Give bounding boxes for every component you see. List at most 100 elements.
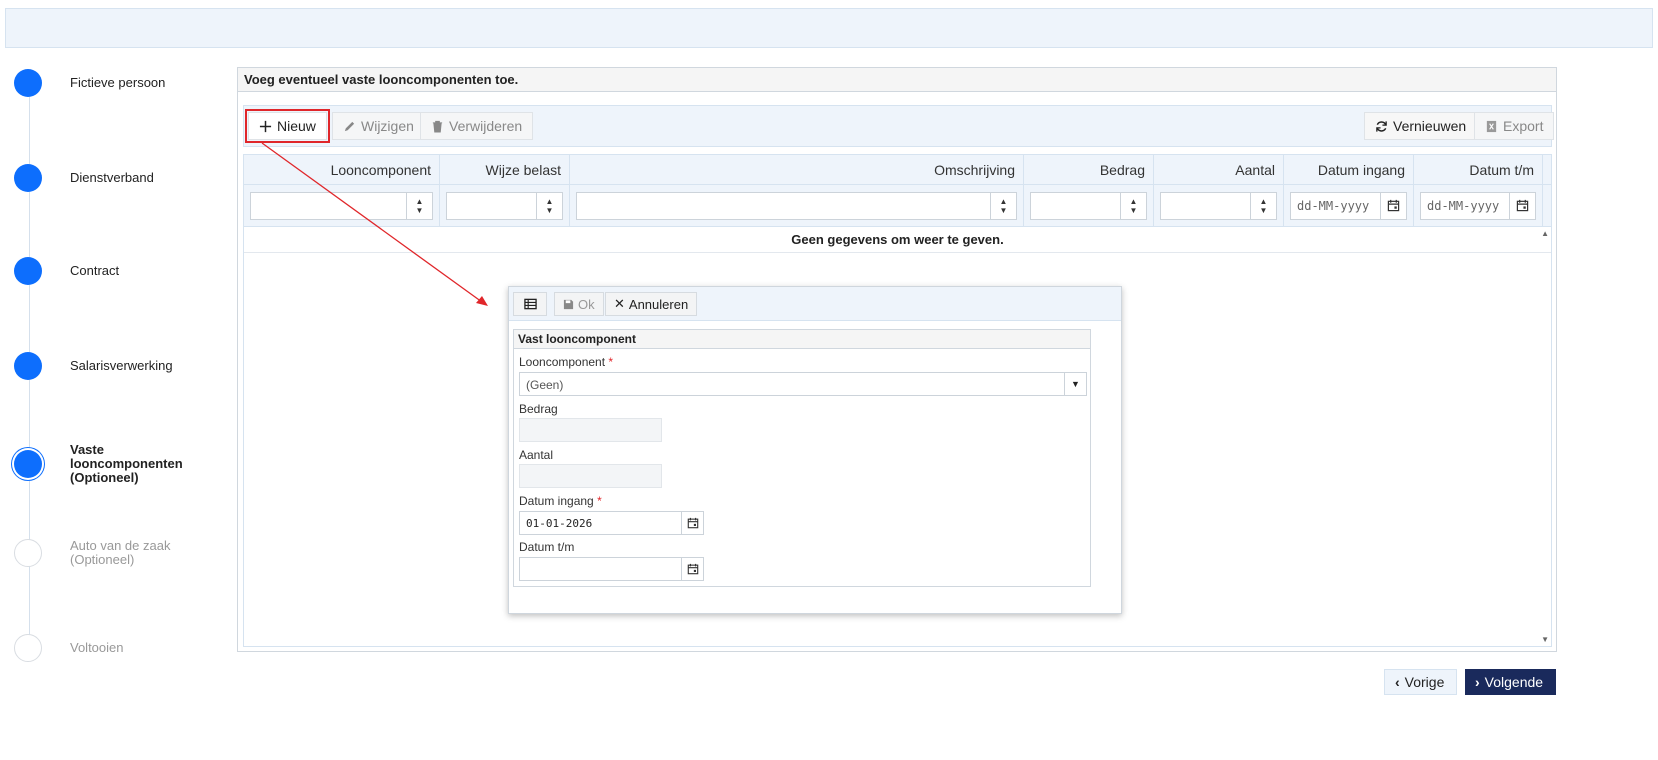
calendar-icon[interactable]: [681, 512, 703, 534]
date-placeholder: dd-MM-yyyy: [1427, 198, 1500, 213]
looncomponent-label-text: Looncomponent: [519, 355, 606, 369]
required-mark: *: [597, 494, 602, 508]
looncomponent-form: Vast looncomponent Looncomponent * (Geen…: [513, 329, 1091, 587]
cancel-button[interactable]: ✕ Annuleren: [605, 292, 698, 316]
refresh-icon: [1376, 120, 1387, 132]
column-header-aantal[interactable]: Aantal: [1154, 155, 1284, 184]
filter-bedrag-input[interactable]: ▲ ▼: [1030, 191, 1147, 220]
refresh-button-label: Vernieuwen: [1393, 118, 1467, 134]
layout-button[interactable]: [513, 292, 547, 316]
filter-aantal-input[interactable]: ▲ ▼: [1160, 191, 1277, 220]
edit-button[interactable]: Wijzigen: [332, 112, 425, 140]
required-mark: *: [608, 355, 614, 369]
plus-icon: [259, 120, 272, 132]
filter-looncomponent-input[interactable]: ▲ ▼: [250, 191, 433, 220]
spinner-icon[interactable]: ▲ ▼: [536, 192, 562, 219]
excel-file-icon: [1486, 120, 1497, 132]
calendar-icon[interactable]: [1380, 192, 1406, 219]
step-label: Voltooien: [70, 640, 124, 655]
step-contract[interactable]: Contract: [14, 257, 119, 285]
filter-cell: ▲ ▼: [1024, 185, 1154, 226]
ok-button-label: Ok: [578, 296, 595, 312]
step-label: Vaste looncomponenten (Optioneel): [70, 442, 183, 485]
filter-omschrijving-input[interactable]: ▲ ▼: [576, 191, 1017, 220]
export-button[interactable]: Export: [1474, 112, 1555, 140]
step-done-icon: [14, 352, 42, 380]
ok-button[interactable]: Ok: [554, 292, 604, 316]
step-vaste-looncomponenten[interactable]: Vaste looncomponenten (Optioneel): [14, 443, 210, 485]
bedrag-input[interactable]: [519, 418, 662, 442]
step-dienstverband[interactable]: Dienstverband: [14, 164, 154, 192]
looncomponent-select-value: (Geen): [526, 378, 564, 392]
filter-cell: ▲ ▼: [244, 185, 440, 226]
edit-button-label: Wijzigen: [361, 118, 414, 134]
delete-button[interactable]: Verwijderen: [420, 112, 534, 140]
top-banner: [5, 8, 1653, 48]
new-button[interactable]: Nieuw: [245, 109, 330, 143]
step-voltooien[interactable]: Voltooien: [14, 634, 210, 662]
previous-button-label: Vorige: [1404, 674, 1445, 690]
aantal-label: Aantal: [519, 448, 554, 462]
date-placeholder: dd-MM-yyyy: [1297, 198, 1370, 213]
scroll-up-icon[interactable]: ▲: [1541, 229, 1549, 238]
grid-toolbar: Nieuw Wijzigen Verwijderen Vernieuwen Ex…: [243, 105, 1555, 147]
close-icon: ✕: [614, 296, 625, 311]
step-fictieve-persoon[interactable]: Fictieve persoon: [14, 69, 165, 97]
wizard-stepper: Fictieve persoon Dienstverband Contract …: [0, 0, 230, 760]
chevron-right-icon: ›: [1475, 674, 1480, 690]
next-button-label: Volgende: [1484, 674, 1544, 690]
step-label: Auto van de zaak (Optioneel): [70, 538, 171, 567]
column-header-wijze-belast[interactable]: Wijze belast: [440, 155, 570, 184]
step-auto-van-de-zaak[interactable]: Auto van de zaak (Optioneel): [14, 539, 210, 567]
table-icon: [523, 298, 537, 310]
filter-wijze-belast-input[interactable]: ▲ ▼: [446, 191, 563, 220]
export-button-label: Export: [1503, 118, 1544, 134]
dialog-toolbar: Ok ✕ Annuleren: [509, 287, 1121, 321]
next-button[interactable]: › Volgende: [1465, 669, 1556, 695]
chevron-down-icon[interactable]: ▼: [1064, 373, 1086, 395]
trash-icon: [432, 120, 443, 133]
step-active-icon: [14, 450, 42, 478]
spinner-icon[interactable]: ▲ ▼: [406, 192, 432, 219]
filter-cell: dd-MM-yyyy: [1414, 185, 1543, 226]
filter-datum-tm-input[interactable]: dd-MM-yyyy: [1420, 191, 1536, 220]
scroll-down-icon[interactable]: ▼: [1541, 635, 1549, 644]
column-header-omschrijving[interactable]: Omschrijving: [570, 155, 1024, 184]
filter-cell: dd-MM-yyyy: [1284, 185, 1414, 226]
filter-datum-ingang-input[interactable]: dd-MM-yyyy: [1290, 191, 1407, 220]
spinner-icon[interactable]: ▲ ▼: [990, 192, 1016, 219]
datum-tm-value: [520, 558, 681, 580]
step-done-icon: [14, 164, 42, 192]
calendar-icon[interactable]: [681, 558, 703, 580]
bedrag-label: Bedrag: [519, 402, 558, 416]
column-header-bedrag[interactable]: Bedrag: [1024, 155, 1154, 184]
spinner-icon[interactable]: ▲ ▼: [1250, 192, 1276, 219]
datum-ingang-value: 01-01-2026: [526, 517, 593, 530]
column-header-datum-ingang[interactable]: Datum ingang: [1284, 155, 1414, 184]
cancel-button-label: Annuleren: [628, 296, 689, 312]
datum-ingang-label: Datum ingang *: [519, 494, 602, 508]
calendar-icon[interactable]: [1509, 192, 1535, 219]
step-label: Salarisverwerking: [70, 358, 173, 373]
step-todo-icon: [14, 634, 42, 662]
vast-looncomponent-dialog: Ok ✕ Annuleren Vast looncomponent Loonco…: [508, 286, 1122, 614]
column-header-datum-tm[interactable]: Datum t/m: [1414, 155, 1543, 184]
grid-header-row: Looncomponent Wijze belast Omschrijving …: [244, 155, 1551, 185]
empty-grid-message: Geen gegevens om weer te geven.: [244, 227, 1551, 253]
pencil-icon: [344, 121, 355, 131]
aantal-input[interactable]: [519, 464, 662, 488]
step-label: Contract: [70, 263, 120, 278]
column-header-looncomponent[interactable]: Looncomponent: [244, 155, 440, 184]
step-todo-icon: [14, 539, 42, 567]
refresh-button[interactable]: Vernieuwen: [1364, 112, 1478, 140]
datum-tm-label: Datum t/m: [519, 540, 575, 554]
datum-ingang-input[interactable]: 01-01-2026: [519, 511, 704, 535]
step-salarisverwerking[interactable]: Salarisverwerking: [14, 352, 173, 380]
previous-button[interactable]: ‹ Vorige: [1384, 669, 1457, 695]
grid-filter-row: ▲ ▼ ▲ ▼ ▲ ▼ ▲ ▼ ▲ ▼ dd-MM-yyyy dd-MM-yyy…: [244, 185, 1551, 227]
datum-tm-input[interactable]: [519, 557, 704, 581]
step-done-icon: [14, 69, 42, 97]
filter-cell: ▲ ▼: [570, 185, 1024, 226]
looncomponent-select[interactable]: (Geen) ▼: [519, 372, 1087, 396]
spinner-icon[interactable]: ▲ ▼: [1120, 192, 1146, 219]
